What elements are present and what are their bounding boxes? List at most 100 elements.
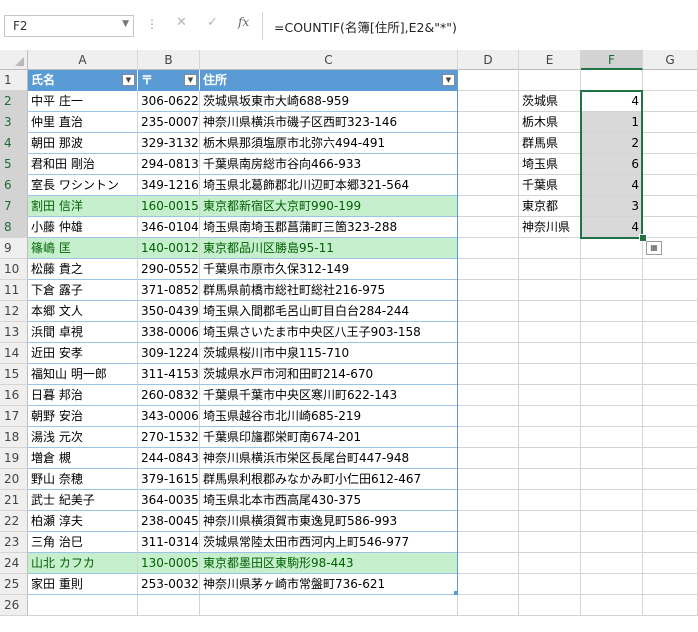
filter-dropdown-icon[interactable]: ▼: [442, 74, 455, 86]
grid-cell[interactable]: [581, 364, 643, 385]
name-cell[interactable]: 福知山 明一郎: [28, 364, 138, 385]
row-header-4[interactable]: 4: [0, 133, 28, 154]
column-header-a[interactable]: A: [28, 50, 138, 70]
postal-code-cell[interactable]: 253-0032: [138, 574, 200, 595]
name-cell[interactable]: 下倉 露子: [28, 280, 138, 301]
postal-code-cell[interactable]: 379-1615: [138, 469, 200, 490]
address-cell[interactable]: 埼玉県越谷市北川崎685-219: [200, 406, 458, 427]
name-cell[interactable]: 君和田 剛治: [28, 154, 138, 175]
grid-cell[interactable]: [138, 595, 200, 616]
grid-cell[interactable]: [643, 259, 698, 280]
postal-code-cell[interactable]: 311-0314: [138, 532, 200, 553]
address-cell[interactable]: 千葉県千葉市中央区寒川町622-143: [200, 385, 458, 406]
postal-code-cell[interactable]: 140-0012: [138, 238, 200, 259]
grid-cell[interactable]: [643, 133, 698, 154]
grid-cell[interactable]: [581, 322, 643, 343]
grid-cell[interactable]: [581, 385, 643, 406]
select-all-button[interactable]: [0, 50, 28, 70]
grid-cell[interactable]: [519, 448, 581, 469]
grid-cell[interactable]: [519, 259, 581, 280]
row-header-5[interactable]: 5: [0, 154, 28, 175]
grid-cell[interactable]: [519, 406, 581, 427]
postal-code-cell[interactable]: 235-0007: [138, 112, 200, 133]
grid-cell[interactable]: [519, 490, 581, 511]
table-resize-handle[interactable]: [454, 591, 458, 595]
name-cell[interactable]: 朝田 那波: [28, 133, 138, 154]
grid-cell[interactable]: [581, 490, 643, 511]
name-cell[interactable]: 篠嶋 匡: [28, 238, 138, 259]
grid-cell[interactable]: [458, 259, 519, 280]
postal-code-cell[interactable]: 260-0832: [138, 385, 200, 406]
grid-cell[interactable]: [581, 574, 643, 595]
grid-cell[interactable]: [519, 343, 581, 364]
grid-cell[interactable]: [581, 427, 643, 448]
grid-cell[interactable]: [458, 553, 519, 574]
name-box[interactable]: F2 ▼: [4, 15, 134, 37]
name-cell[interactable]: 野山 奈穂: [28, 469, 138, 490]
address-cell[interactable]: 埼玉県さいたま市中央区八王子903-158: [200, 322, 458, 343]
grid-cell[interactable]: [581, 595, 643, 616]
row-header-10[interactable]: 10: [0, 259, 28, 280]
grid-cell[interactable]: [519, 301, 581, 322]
row-header-2[interactable]: 2: [0, 91, 28, 112]
grid-cell[interactable]: [643, 532, 698, 553]
grid-cell[interactable]: [458, 238, 519, 259]
row-header-20[interactable]: 20: [0, 469, 28, 490]
grid-cell[interactable]: [643, 364, 698, 385]
row-header-12[interactable]: 12: [0, 301, 28, 322]
name-cell[interactable]: 増倉 槻: [28, 448, 138, 469]
name-cell[interactable]: 朝野 安治: [28, 406, 138, 427]
postal-code-cell[interactable]: 238-0045: [138, 511, 200, 532]
column-header-g[interactable]: G: [643, 50, 698, 70]
quick-analysis-icon[interactable]: ▦: [646, 241, 662, 255]
grid-cell[interactable]: [458, 322, 519, 343]
grid-cell[interactable]: [519, 595, 581, 616]
postal-code-cell[interactable]: 294-0813: [138, 154, 200, 175]
insert-function-icon[interactable]: fx: [238, 15, 249, 29]
name-cell[interactable]: 柏瀬 淳夫: [28, 511, 138, 532]
grid-cell[interactable]: [519, 322, 581, 343]
grid-cell[interactable]: [519, 70, 581, 91]
address-cell[interactable]: 千葉県南房総市谷向466-933: [200, 154, 458, 175]
more-options-icon[interactable]: ⋮: [146, 17, 158, 31]
grid-cell[interactable]: [643, 154, 698, 175]
grid-cell[interactable]: [581, 448, 643, 469]
cancel-icon[interactable]: ✕: [176, 15, 187, 30]
address-cell[interactable]: 茨城県坂東市大崎688-959: [200, 91, 458, 112]
address-cell[interactable]: 茨城県水戸市河和田町214-670: [200, 364, 458, 385]
name-cell[interactable]: 日暮 邦治: [28, 385, 138, 406]
address-cell[interactable]: 群馬県利根郡みなかみ町小仁田612-467: [200, 469, 458, 490]
grid-cell[interactable]: [458, 175, 519, 196]
grid-cell[interactable]: [581, 280, 643, 301]
column-header-c[interactable]: C: [200, 50, 458, 70]
grid-cell[interactable]: [519, 364, 581, 385]
grid-cell[interactable]: [643, 427, 698, 448]
address-cell[interactable]: 栃木県那須塩原市北弥六494-491: [200, 133, 458, 154]
address-cell[interactable]: 神奈川県茅ヶ崎市常盤町736-621: [200, 574, 458, 595]
grid-cell[interactable]: [581, 406, 643, 427]
postal-code-cell[interactable]: 349-1216: [138, 175, 200, 196]
name-cell[interactable]: 武士 紀美子: [28, 490, 138, 511]
postal-code-cell[interactable]: 343-0006: [138, 406, 200, 427]
postal-code-cell[interactable]: 130-0005: [138, 553, 200, 574]
row-header-23[interactable]: 23: [0, 532, 28, 553]
address-cell[interactable]: 群馬県前橋市総社町総社216-975: [200, 280, 458, 301]
grid-cell[interactable]: [643, 574, 698, 595]
grid-cell[interactable]: [519, 385, 581, 406]
prefecture-label[interactable]: 埼玉県: [519, 154, 581, 175]
grid-cell[interactable]: [581, 511, 643, 532]
grid-cell[interactable]: [643, 343, 698, 364]
row-header-6[interactable]: 6: [0, 175, 28, 196]
grid-cell[interactable]: [643, 280, 698, 301]
row-header-25[interactable]: 25: [0, 574, 28, 595]
row-header-17[interactable]: 17: [0, 406, 28, 427]
prefecture-label[interactable]: 神奈川県: [519, 217, 581, 238]
grid-cell[interactable]: [643, 448, 698, 469]
row-header-8[interactable]: 8: [0, 217, 28, 238]
row-header-13[interactable]: 13: [0, 322, 28, 343]
grid-cell[interactable]: [519, 427, 581, 448]
grid-cell[interactable]: [458, 490, 519, 511]
address-cell[interactable]: 千葉県印旛郡栄町南674-201: [200, 427, 458, 448]
column-header-d[interactable]: D: [458, 50, 519, 70]
postal-code-cell[interactable]: 346-0104: [138, 217, 200, 238]
